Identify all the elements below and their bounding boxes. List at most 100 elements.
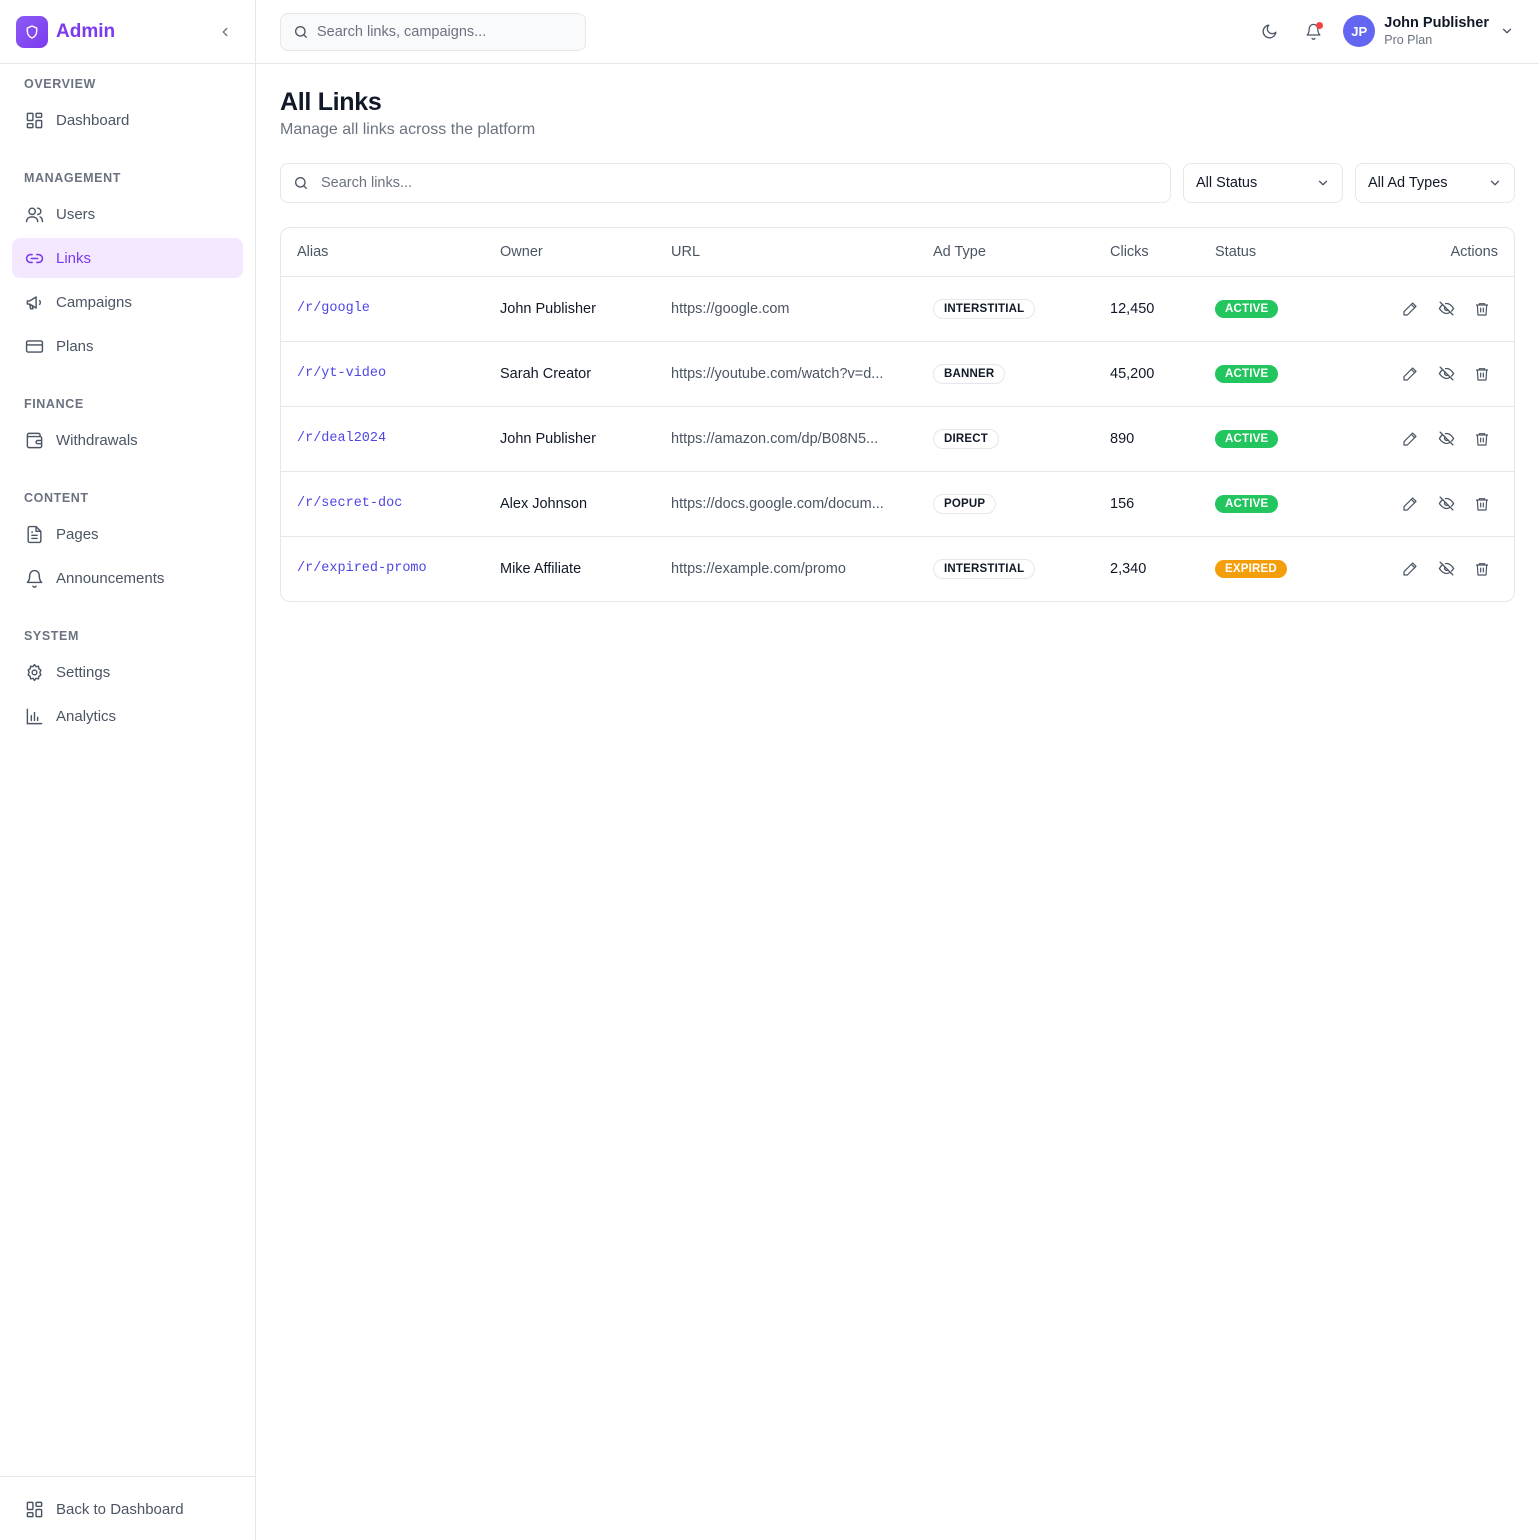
alias-link[interactable]: /r/google xyxy=(281,276,484,341)
sidebar-item-links[interactable]: Links xyxy=(12,238,243,278)
page-subtitle: Manage all links across the platform xyxy=(280,121,536,138)
table-row: /r/secret-doc Alex Johnson https://docs.… xyxy=(281,470,1514,536)
sidebar-item-analytics[interactable]: Analytics xyxy=(12,696,243,736)
actions-cell xyxy=(1339,276,1514,341)
ad-type-badge: INTERSTITIAL xyxy=(933,298,1036,319)
sidebar-item-announcements[interactable]: Announcements xyxy=(12,558,243,598)
hide-button[interactable] xyxy=(1430,488,1462,520)
sidebar-item-settings[interactable]: Settings xyxy=(12,652,243,692)
ad-type-badge: BANNER xyxy=(933,363,1006,384)
hide-button[interactable] xyxy=(1430,358,1462,390)
status-filter-select[interactable]: All Status xyxy=(1183,163,1343,203)
adtype-filter-select[interactable]: All Ad Types xyxy=(1355,163,1515,203)
alias-link[interactable]: /r/deal2024 xyxy=(281,405,484,471)
col-header-actions: Actions xyxy=(1339,228,1514,277)
delete-button[interactable] xyxy=(1466,553,1498,585)
ad-type-cell: INTERSTITIAL xyxy=(917,276,1094,341)
delete-button[interactable] xyxy=(1466,423,1498,455)
page-title: All Links xyxy=(280,88,382,116)
user-menu[interactable]: JP John Publisher Pro Plan xyxy=(1343,15,1515,48)
global-search-input[interactable] xyxy=(317,23,557,40)
url-cell: https://google.com xyxy=(671,300,790,317)
moon-icon xyxy=(1262,24,1277,39)
sidebar-item-campaigns[interactable]: Campaigns xyxy=(12,282,243,322)
chevron-left-icon xyxy=(222,27,228,36)
sidebar-item-label: Links xyxy=(56,249,92,267)
clicks-cell: 12,450 xyxy=(1110,300,1155,317)
eye-off-icon xyxy=(1438,561,1454,576)
eye-off-icon xyxy=(1438,366,1454,381)
sidebar-item-users[interactable]: Users xyxy=(12,194,243,234)
eye-off-icon xyxy=(1438,431,1454,446)
edit-button[interactable] xyxy=(1394,358,1426,390)
ad-type-badge: POPUP xyxy=(933,493,997,514)
dashboard-grid-icon xyxy=(24,110,44,130)
url-cell: https://docs.google.com/docum... xyxy=(655,470,917,536)
status-badge: EXPIRED xyxy=(1215,559,1287,578)
owner-cell: John Publisher xyxy=(500,300,596,317)
search-icon xyxy=(295,177,307,189)
owner-cell: Sarah Creator xyxy=(484,340,655,406)
user-plan: Pro Plan xyxy=(1384,32,1433,47)
chevron-down-icon xyxy=(1488,176,1502,190)
status-badge: ACTIVE xyxy=(1215,299,1279,318)
edit-button[interactable] xyxy=(1394,293,1426,325)
sidebar-item-pages[interactable]: Pages xyxy=(12,514,243,554)
edit-button[interactable] xyxy=(1394,553,1426,585)
owner-cell: Alex Johnson xyxy=(484,470,655,536)
delete-button[interactable] xyxy=(1466,293,1498,325)
search-icon xyxy=(295,25,307,38)
delete-button[interactable] xyxy=(1466,358,1498,390)
links-search[interactable] xyxy=(280,163,1171,203)
edit-button[interactable] xyxy=(1394,423,1426,455)
eye-off-icon xyxy=(1438,301,1454,316)
hide-button[interactable] xyxy=(1430,293,1462,325)
shield-logo-icon xyxy=(16,15,48,48)
sidebar-item-label: Pages xyxy=(56,525,99,543)
sidebar-item-dashboard[interactable]: Dashboard xyxy=(12,100,243,140)
ad-type-badge: INTERSTITIAL xyxy=(933,558,1036,579)
actions-cell xyxy=(1339,470,1514,536)
status-cell: EXPIRED xyxy=(1199,535,1339,601)
sidebar-item-plans[interactable]: Plans xyxy=(12,326,243,366)
hide-button[interactable] xyxy=(1430,423,1462,455)
col-header-url: URL xyxy=(655,228,917,277)
ad-type-cell: POPUP xyxy=(917,470,1094,536)
status-badge: ACTIVE xyxy=(1215,364,1279,383)
hide-button[interactable] xyxy=(1430,553,1462,585)
sidebar-nav: OVERVIEW Dashboard MANAGEMENT Users Link… xyxy=(0,64,255,736)
status-cell: ACTIVE xyxy=(1199,276,1339,341)
status-cell: ACTIVE xyxy=(1199,470,1339,536)
notifications-button[interactable] xyxy=(1295,14,1331,50)
user-name: John Publisher xyxy=(1384,15,1489,32)
global-search[interactable] xyxy=(280,12,586,51)
ad-type-badge: DIRECT xyxy=(933,428,1000,449)
table-header-row: Alias Owner URL Ad Type Clicks Status Ac… xyxy=(281,228,1514,277)
sidebar-item-label: Settings xyxy=(56,663,111,681)
megaphone-icon xyxy=(24,292,44,312)
theme-toggle-button[interactable] xyxy=(1251,14,1287,50)
sidebar-item-withdrawals[interactable]: Withdrawals xyxy=(12,420,243,460)
edit-button[interactable] xyxy=(1394,488,1426,520)
table-row: /r/google John Publisher https://google.… xyxy=(281,276,1514,341)
status-badge: ACTIVE xyxy=(1215,494,1279,513)
table-row: /r/yt-video Sarah Creator https://youtub… xyxy=(281,340,1514,406)
sidebar: Admin OVERVIEW Dashboard MANAGEMENT User… xyxy=(0,0,256,1540)
collapse-sidebar-button[interactable] xyxy=(213,20,237,44)
url-cell: https://amazon.com/dp/B08N5... xyxy=(655,405,917,471)
links-search-input[interactable] xyxy=(321,175,1121,191)
sidebar-item-label: Campaigns xyxy=(56,293,132,311)
topbar-actions: JP John Publisher Pro Plan xyxy=(1251,14,1515,50)
alias-link[interactable]: /r/yt-video xyxy=(281,340,484,406)
clicks-cell: 45,200 xyxy=(1094,340,1199,406)
trash-icon xyxy=(1476,497,1488,511)
delete-button[interactable] xyxy=(1466,488,1498,520)
brand-name: Admin xyxy=(56,20,116,42)
user-info: John Publisher Pro Plan xyxy=(1384,15,1489,47)
back-to-dashboard-link[interactable]: Back to Dashboard xyxy=(12,1489,243,1529)
col-header-alias: Alias xyxy=(281,228,484,277)
alias-link[interactable]: /r/secret-doc xyxy=(281,470,484,536)
brand-header: Admin xyxy=(0,0,255,64)
file-text-icon xyxy=(24,524,44,544)
alias-link[interactable]: /r/expired-promo xyxy=(281,535,484,601)
